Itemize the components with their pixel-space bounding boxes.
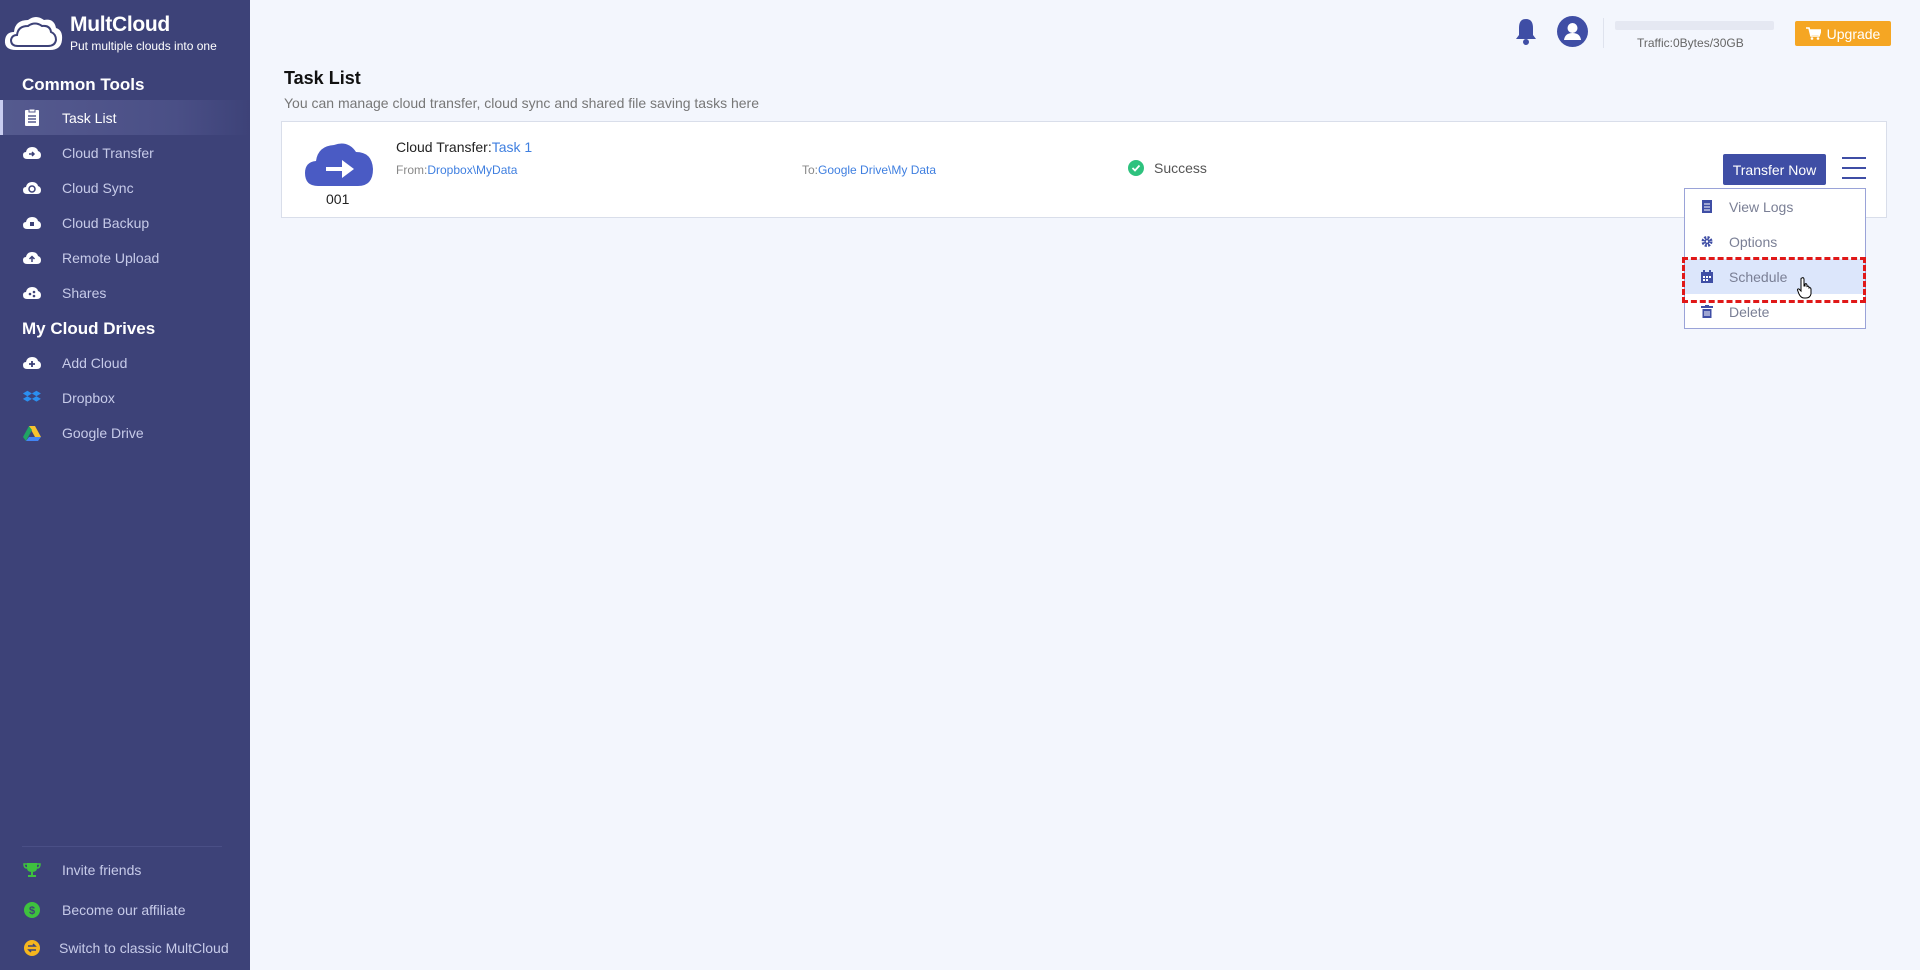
sidebar-item-affiliate[interactable]: $ Become our affiliate: [0, 892, 250, 927]
sidebar-item-label: Cloud Sync: [62, 180, 134, 196]
task-status: Success: [1128, 160, 1207, 176]
user-avatar[interactable]: [1557, 16, 1588, 47]
clipboard-list-icon: [25, 109, 39, 126]
cart-icon: [1805, 27, 1821, 40]
sidebar-item-remote-upload[interactable]: Remote Upload: [0, 240, 250, 275]
sidebar-item-label: Become our affiliate: [62, 902, 186, 918]
sidebar-item-label: Cloud Backup: [62, 215, 150, 231]
list-icon: [1702, 200, 1712, 213]
cloud-backup-icon: [23, 217, 41, 229]
app-name: MultCloud: [70, 13, 170, 36]
google-drive-icon: [23, 426, 41, 441]
hamburger-line: [1842, 157, 1866, 159]
sidebar-item-label: Shares: [62, 285, 107, 301]
upgrade-button[interactable]: Upgrade: [1795, 21, 1891, 46]
cloud-add-icon: [23, 357, 41, 369]
common-tools-title: Common Tools: [22, 75, 145, 94]
sidebar-item-cloud-backup[interactable]: Cloud Backup: [0, 205, 250, 240]
page-subtitle: You can manage cloud transfer, cloud syn…: [284, 95, 759, 111]
sidebar: MultCloud Put multiple clouds into one C…: [0, 0, 250, 970]
sidebar-item-switch-classic[interactable]: Switch to classic MultCloud: [0, 930, 250, 965]
traffic-text: Traffic:0Bytes/30GB: [1637, 36, 1744, 50]
svg-text:$: $: [29, 905, 35, 917]
task-status-text: Success: [1154, 160, 1207, 176]
cloud-transfer-task-icon: [305, 143, 373, 186]
sidebar-divider: [22, 846, 222, 847]
sidebar-item-label: Switch to classic MultCloud: [59, 940, 229, 956]
user-icon: [1564, 23, 1581, 40]
app-tagline: Put multiple clouds into one: [70, 39, 217, 53]
sidebar-item-label: Invite friends: [62, 862, 142, 878]
transfer-now-button[interactable]: Transfer Now: [1723, 154, 1826, 185]
task-card: 001 Cloud Transfer:Task 1 From:Dropbox\M…: [281, 121, 1887, 218]
sidebar-item-label: Google Drive: [62, 425, 144, 441]
trophy-icon: [23, 863, 41, 877]
cloud-sync-icon: [23, 182, 41, 194]
menu-item-label: Delete: [1729, 304, 1770, 320]
topbar-separator: [1603, 18, 1604, 48]
page-title: Task List: [284, 68, 361, 88]
sidebar-item-label: Remote Upload: [62, 250, 160, 266]
my-cloud-drives-title: My Cloud Drives: [22, 319, 156, 338]
traffic-progress-bar: [1615, 21, 1774, 30]
upgrade-label: Upgrade: [1826, 25, 1881, 42]
task-type-label: Cloud Transfer:: [396, 139, 492, 155]
switch-icon: [24, 940, 40, 956]
sidebar-item-google-drive[interactable]: Google Drive: [0, 415, 250, 450]
sidebar-item-label: Dropbox: [62, 390, 115, 406]
task-title: Cloud Transfer:Task 1: [396, 139, 532, 155]
dropbox-icon: [22, 390, 41, 402]
hamburger-line: [1842, 177, 1866, 179]
menu-item-label: Options: [1729, 234, 1778, 250]
sidebar-item-task-list[interactable]: Task List: [0, 100, 250, 135]
sidebar-item-cloud-sync[interactable]: Cloud Sync: [0, 170, 250, 205]
task-from-path[interactable]: Dropbox\MyData: [427, 163, 517, 177]
sidebar-item-label: Cloud Transfer: [62, 145, 154, 161]
gear-icon: [1701, 236, 1713, 247]
task-name-link[interactable]: Task 1: [492, 139, 532, 155]
brand[interactable]: MultCloud Put multiple clouds into one: [0, 4, 250, 54]
task-number: 001: [326, 191, 350, 207]
dollar-icon: $: [24, 902, 40, 918]
sidebar-item-cloud-transfer[interactable]: Cloud Transfer: [0, 135, 250, 170]
task-menu-button[interactable]: [1842, 157, 1866, 179]
cloud-share-icon: [23, 287, 41, 299]
menu-item-view-logs[interactable]: View Logs: [1685, 189, 1865, 224]
sidebar-item-label: Task List: [62, 110, 117, 126]
hand-cursor-icon: [1797, 277, 1812, 299]
task-to-label: To:: [802, 163, 819, 177]
menu-item-label: View Logs: [1729, 199, 1794, 215]
task-to-path[interactable]: Google Drive\My Data: [818, 163, 936, 177]
task-source: From:Dropbox\MyData: [396, 163, 517, 177]
multcloud-logo-icon: [4, 17, 63, 50]
success-check-icon: [1128, 160, 1144, 176]
cloud-upload-icon: [23, 252, 41, 264]
sidebar-item-shares[interactable]: Shares: [0, 275, 250, 310]
task-destination: To:Google Drive\My Data: [802, 163, 936, 177]
task-from-label: From:: [396, 163, 428, 177]
sidebar-item-invite-friends[interactable]: Invite friends: [0, 852, 250, 887]
menu-item-options[interactable]: Options: [1685, 224, 1865, 259]
sidebar-item-dropbox[interactable]: Dropbox: [0, 380, 250, 415]
sidebar-item-add-cloud[interactable]: Add Cloud: [0, 345, 250, 380]
cloud-transfer-icon: [23, 147, 41, 159]
bell-icon[interactable]: [1513, 16, 1539, 46]
sidebar-item-label: Add Cloud: [62, 355, 128, 371]
annotation-highlight-box: [1682, 257, 1866, 303]
trash-icon: [1701, 305, 1713, 318]
hamburger-line: [1842, 167, 1866, 169]
